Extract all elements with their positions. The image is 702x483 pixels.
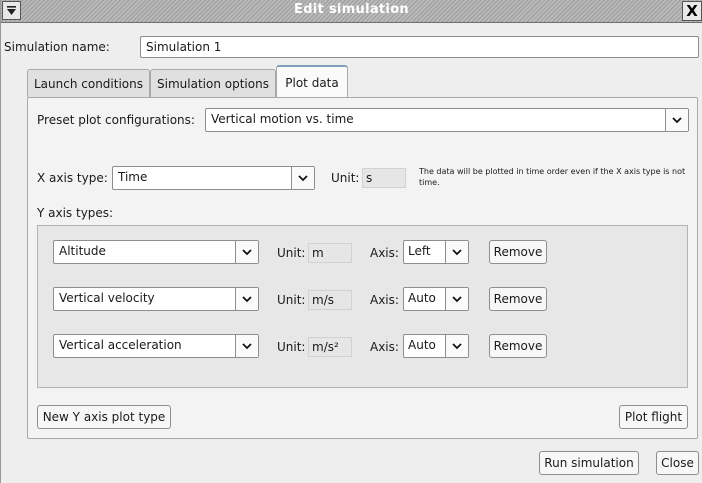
y-unit-label: Unit:	[277, 246, 306, 260]
run-simulation-button[interactable]: Run simulation	[539, 451, 639, 475]
window-title: Edit simulation	[294, 2, 409, 17]
remove-y-axis-button[interactable]: Remove	[489, 334, 547, 358]
y-axis-side-label: Axis:	[370, 340, 399, 354]
preset-label: Preset plot configurations:	[37, 113, 195, 127]
title-bar[interactable]: Edit simulation X	[1, 0, 702, 23]
y-axis-types-label: Y axis types:	[37, 206, 114, 220]
y-axis-side-label: Axis:	[370, 293, 399, 307]
tab-launch-conditions[interactable]: Launch conditions	[27, 69, 150, 97]
x-axis-unit-label: Unit:	[331, 171, 360, 185]
chevron-down-icon	[235, 241, 258, 263]
y-axis-side-select[interactable]: Left	[403, 240, 469, 264]
chevron-down-icon	[235, 335, 258, 357]
preset-value: Vertical motion vs. time	[211, 112, 354, 126]
y-unit-field: m/s²	[308, 337, 352, 357]
x-axis-type-value: Time	[118, 170, 148, 184]
y-unit-label: Unit:	[277, 293, 306, 307]
y-axis-type-select[interactable]: Altitude	[53, 240, 259, 264]
new-y-axis-plot-type-button[interactable]: New Y axis plot type	[37, 405, 171, 429]
chevron-down-icon	[445, 288, 468, 310]
chevron-down-icon	[445, 335, 468, 357]
chevron-down-icon	[235, 288, 258, 310]
y-unit-field: m	[308, 243, 352, 263]
edit-simulation-dialog: Edit simulation X Simulation name: Simul…	[0, 0, 702, 483]
remove-y-axis-button[interactable]: Remove	[489, 287, 547, 311]
close-button[interactable]: Close	[656, 451, 699, 475]
close-icon: X	[686, 2, 698, 20]
chevron-down-icon	[291, 167, 314, 189]
simulation-name-label: Simulation name:	[4, 40, 110, 54]
y-axis-type-value: Altitude	[59, 244, 106, 258]
x-axis-note: The data will be plotted in time order e…	[419, 167, 686, 187]
y-axis-type-value: Vertical velocity	[59, 291, 155, 305]
y-unit-label: Unit:	[277, 340, 306, 354]
y-axis-type-select[interactable]: Vertical velocity	[53, 287, 259, 311]
x-axis-type-select[interactable]: Time	[112, 166, 315, 190]
y-axis-side-value: Auto	[408, 291, 436, 305]
y-unit-field: m/s	[308, 290, 352, 310]
tab-plot-data[interactable]: Plot data	[276, 65, 348, 98]
chevron-down-icon	[665, 109, 688, 131]
close-window-button[interactable]: X	[682, 1, 702, 21]
simulation-name-input[interactable]: Simulation 1	[140, 36, 699, 58]
y-axis-side-value: Left	[408, 244, 431, 258]
y-axis-type-value: Vertical acceleration	[59, 338, 182, 352]
tab-simulation-options[interactable]: Simulation options	[150, 69, 276, 97]
x-axis-unit-field: s	[362, 168, 406, 188]
remove-y-axis-button[interactable]: Remove	[489, 240, 547, 264]
y-axis-side-value: Auto	[408, 338, 436, 352]
chevron-down-icon	[445, 241, 468, 263]
y-axis-side-label: Axis:	[370, 246, 399, 260]
x-axis-type-label: X axis type:	[37, 171, 108, 185]
y-axis-side-select[interactable]: Auto	[403, 287, 469, 311]
plot-flight-button[interactable]: Plot flight	[619, 405, 688, 429]
preset-select[interactable]: Vertical motion vs. time	[205, 108, 689, 132]
y-axis-side-select[interactable]: Auto	[403, 334, 469, 358]
y-axis-type-select[interactable]: Vertical acceleration	[53, 334, 259, 358]
